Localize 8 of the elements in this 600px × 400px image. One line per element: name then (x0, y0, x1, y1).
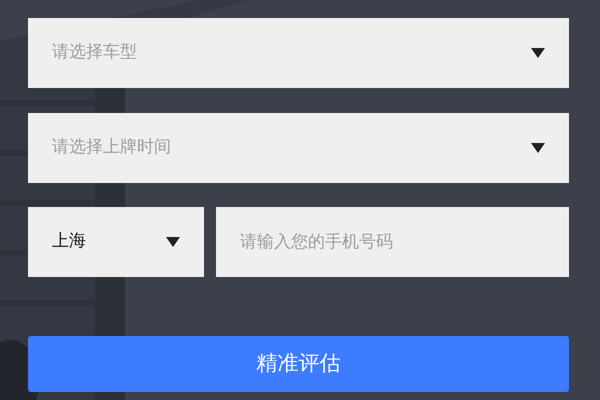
phone-field[interactable]: 请输入您的手机号码 (216, 207, 569, 277)
registration-date-dropdown[interactable]: 请选择上牌时间 (28, 113, 569, 183)
evaluate-button[interactable]: 精准评估 (28, 336, 569, 392)
caret-icon (166, 237, 180, 247)
city-dropdown[interactable]: 上海 (28, 207, 204, 277)
caret-icon (531, 48, 545, 58)
car-model-dropdown[interactable]: 请选择车型 (28, 18, 569, 88)
caret-icon (531, 143, 545, 153)
